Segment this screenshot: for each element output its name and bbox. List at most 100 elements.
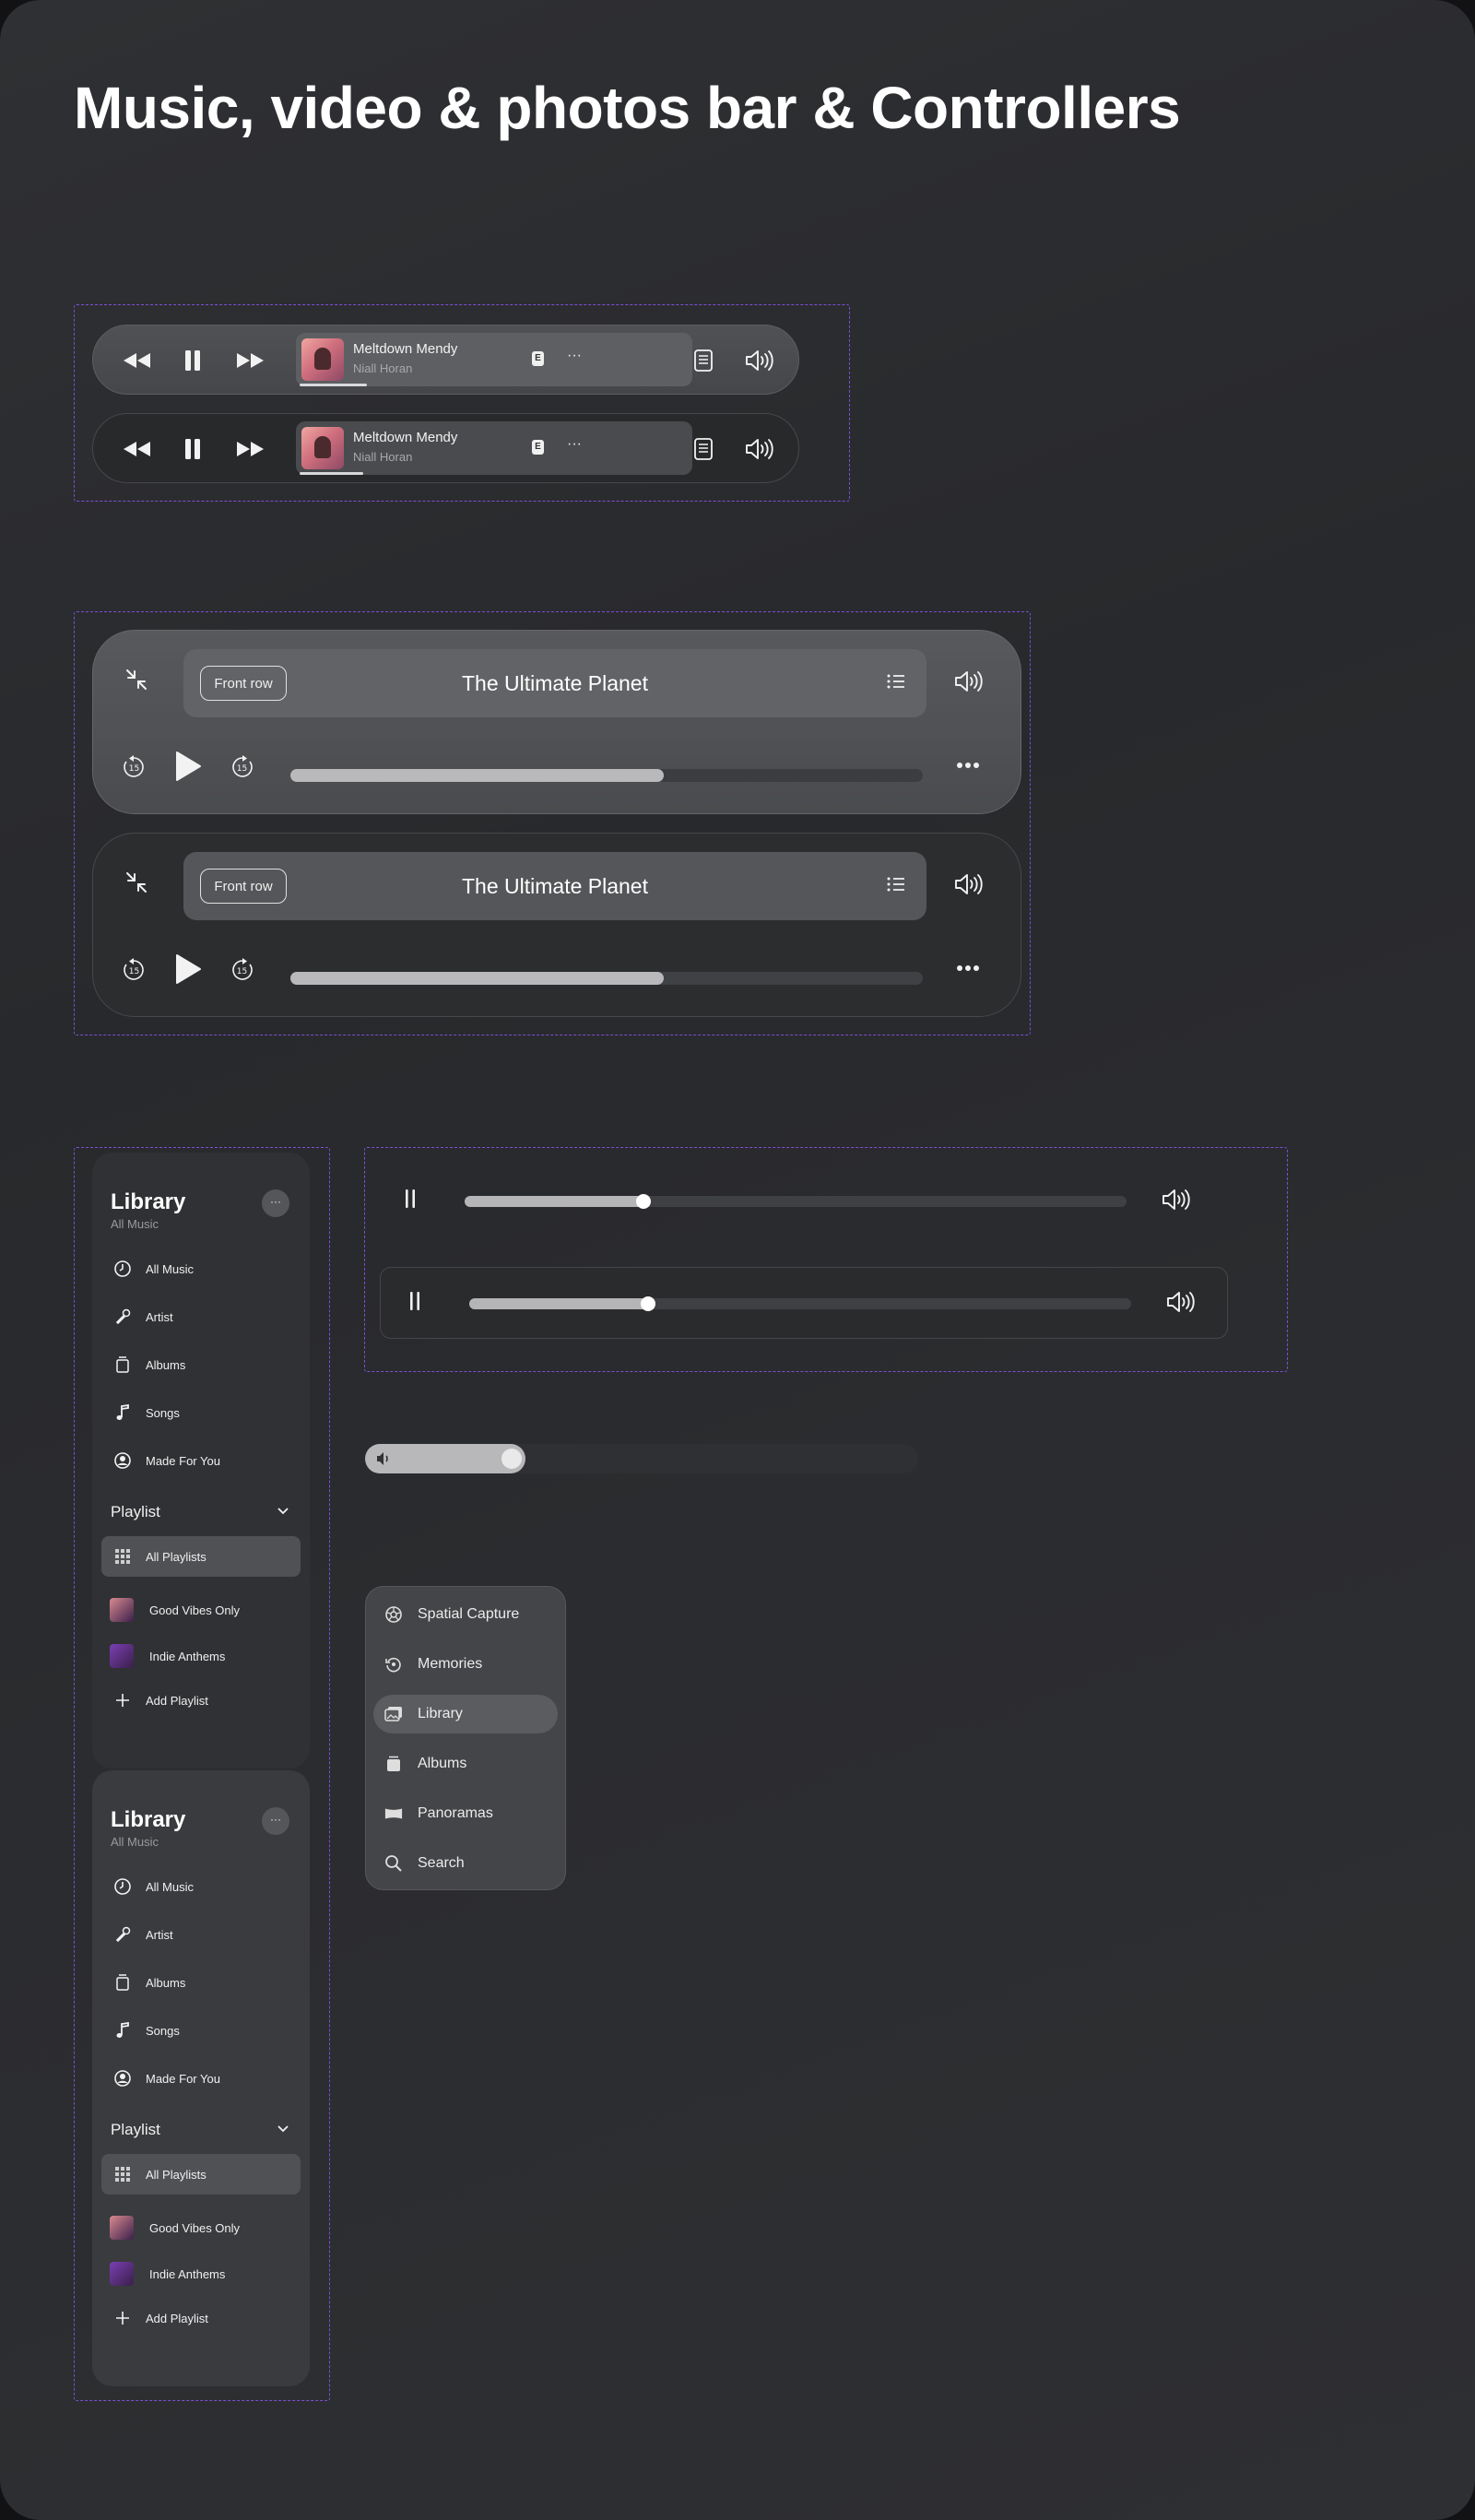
- skip-forward-button[interactable]: 15: [230, 957, 255, 983]
- menu-item-spatial-capture[interactable]: Spatial Capture: [373, 1595, 558, 1634]
- library-more-button[interactable]: ···: [262, 1807, 289, 1835]
- pause-button[interactable]: [404, 1188, 417, 1210]
- library-sidebar: Library All Music ··· All Music Artist Albums…: [92, 1153, 310, 1769]
- rewind-button[interactable]: [121, 344, 154, 377]
- volume-slider[interactable]: [365, 1444, 918, 1473]
- audio-slider-bar: [380, 1267, 1228, 1339]
- video-player-controls: Front row The Ultimate Planet 15 15: [92, 630, 1021, 814]
- playback-slider[interactable]: [469, 1296, 1131, 1311]
- rewind-button[interactable]: [121, 432, 154, 466]
- volume-button[interactable]: [954, 872, 985, 896]
- playlist-item-good-vibes-only[interactable]: Good Vibes Only: [101, 2207, 301, 2248]
- queue-icon: [693, 437, 714, 461]
- track-progress: [300, 472, 696, 475]
- sidebar-item-albums[interactable]: Albums: [101, 1344, 301, 1385]
- playlist-section-header[interactable]: Playlist: [111, 2121, 160, 2139]
- sidebar-item-made-for-you[interactable]: Made For You: [101, 1440, 301, 1481]
- menu-item-albums[interactable]: Albums: [373, 1745, 558, 1783]
- play-icon: [174, 953, 202, 985]
- sidebar-item-label: Songs: [146, 1405, 180, 1420]
- chevron-down-icon[interactable]: [277, 2124, 289, 2134]
- playback-slider-knob[interactable]: [635, 1194, 651, 1209]
- playlist-item-good-vibes-only[interactable]: Good Vibes Only: [101, 1590, 301, 1630]
- playlist-button[interactable]: [886, 673, 906, 690]
- music-note-icon: [112, 1403, 133, 1422]
- playlist-item-indie-anthems[interactable]: Indie Anthems: [101, 1636, 301, 1676]
- pause-button[interactable]: [176, 344, 209, 377]
- playback-slider-knob[interactable]: [640, 1296, 655, 1311]
- playlist-item-add-playlist[interactable]: Add Playlist: [101, 1680, 301, 1721]
- menu-item-search[interactable]: Search: [373, 1844, 558, 1883]
- volume-knob[interactable]: [502, 1449, 522, 1469]
- volume-button[interactable]: [744, 344, 777, 377]
- sidebar-item-made-for-you[interactable]: Made For You: [101, 2058, 301, 2099]
- skip-forward-15-icon: 15: [230, 754, 255, 780]
- title-bar: Front row The Ultimate Planet: [183, 852, 926, 920]
- now-playing-card[interactable]: Meltdown Mendy Niall Horan E ···: [296, 333, 692, 386]
- fast-forward-icon: [234, 440, 266, 458]
- playlist-item-label: All Playlists: [146, 1549, 206, 1564]
- more-options-icon[interactable]: ···: [567, 348, 582, 364]
- volume-icon: [954, 669, 985, 693]
- playlist-item-indie-anthems[interactable]: Indie Anthems: [101, 2254, 301, 2294]
- volume-button[interactable]: [954, 669, 985, 693]
- user-circle-icon: [112, 1451, 133, 1470]
- playlist-item-label: All Playlists: [146, 2167, 206, 2182]
- skip-forward-15-icon: 15: [230, 957, 255, 983]
- minimize-button[interactable]: [124, 668, 148, 692]
- rewind-icon: [122, 351, 153, 370]
- volume-button[interactable]: [1162, 1188, 1193, 1212]
- menu-item-panoramas[interactable]: Panoramas: [373, 1794, 558, 1833]
- sidebar-item-all-music[interactable]: All Music: [101, 1866, 301, 1907]
- more-options-button[interactable]: [956, 964, 980, 972]
- skip-back-button[interactable]: 15: [121, 957, 147, 983]
- playlist-item-add-playlist[interactable]: Add Playlist: [101, 2298, 301, 2338]
- playlist-cover-icon: [109, 2262, 135, 2286]
- menu-item-label: Library: [418, 1706, 463, 1721]
- sidebar-item-songs[interactable]: Songs: [101, 1392, 301, 1433]
- pause-button[interactable]: [408, 1290, 421, 1312]
- play-icon: [174, 751, 202, 782]
- pause-icon: [404, 1188, 417, 1210]
- play-button[interactable]: [174, 751, 202, 782]
- playlist-item-all-playlists[interactable]: All Playlists: [101, 1536, 301, 1577]
- library-more-button[interactable]: ···: [262, 1189, 289, 1217]
- panorama-icon: [384, 1806, 403, 1821]
- pause-button[interactable]: [176, 432, 209, 466]
- more-options-icon[interactable]: ···: [567, 436, 582, 453]
- sidebar-item-label: All Music: [146, 1261, 195, 1276]
- sidebar-item-songs[interactable]: Songs: [101, 2010, 301, 2051]
- menu-item-library[interactable]: Library: [373, 1695, 558, 1733]
- svg-text:15: 15: [237, 967, 247, 976]
- fast-forward-button[interactable]: [233, 432, 266, 466]
- volume-button[interactable]: [1166, 1290, 1198, 1314]
- more-options-button[interactable]: [956, 762, 980, 769]
- menu-item-memories[interactable]: Memories: [373, 1645, 558, 1684]
- playlist-button[interactable]: [886, 876, 906, 893]
- chevron-down-icon[interactable]: [277, 1507, 289, 1516]
- playlist-item-all-playlists[interactable]: All Playlists: [101, 2154, 301, 2195]
- skip-back-button[interactable]: 15: [121, 754, 147, 780]
- fast-forward-button[interactable]: [233, 344, 266, 377]
- skip-forward-button[interactable]: 15: [230, 754, 255, 780]
- volume-button[interactable]: [744, 432, 777, 466]
- playlist-item-label: Add Playlist: [146, 1693, 208, 1708]
- sidebar-item-artist[interactable]: Artist: [101, 1914, 301, 1955]
- playback-scrubber[interactable]: [290, 769, 923, 782]
- now-playing-card[interactable]: Meltdown Mendy Niall Horan E ···: [296, 421, 692, 475]
- library-title: Library: [111, 1189, 186, 1214]
- microphone-icon: [112, 1925, 133, 1944]
- memories-icon: [384, 1655, 403, 1674]
- sidebar-item-artist[interactable]: Artist: [101, 1296, 301, 1337]
- playback-slider[interactable]: [465, 1194, 1127, 1209]
- aperture-icon: [384, 1605, 403, 1624]
- menu-item-label: Panoramas: [418, 1805, 493, 1821]
- playback-scrubber[interactable]: [290, 972, 923, 985]
- volume-icon: [1166, 1290, 1198, 1314]
- playlist-section-header[interactable]: Playlist: [111, 1503, 160, 1521]
- playlist-cover: [110, 1598, 134, 1622]
- minimize-button[interactable]: [124, 870, 148, 894]
- play-button[interactable]: [174, 953, 202, 985]
- sidebar-item-all-music[interactable]: All Music: [101, 1248, 301, 1289]
- sidebar-item-albums[interactable]: Albums: [101, 1962, 301, 2003]
